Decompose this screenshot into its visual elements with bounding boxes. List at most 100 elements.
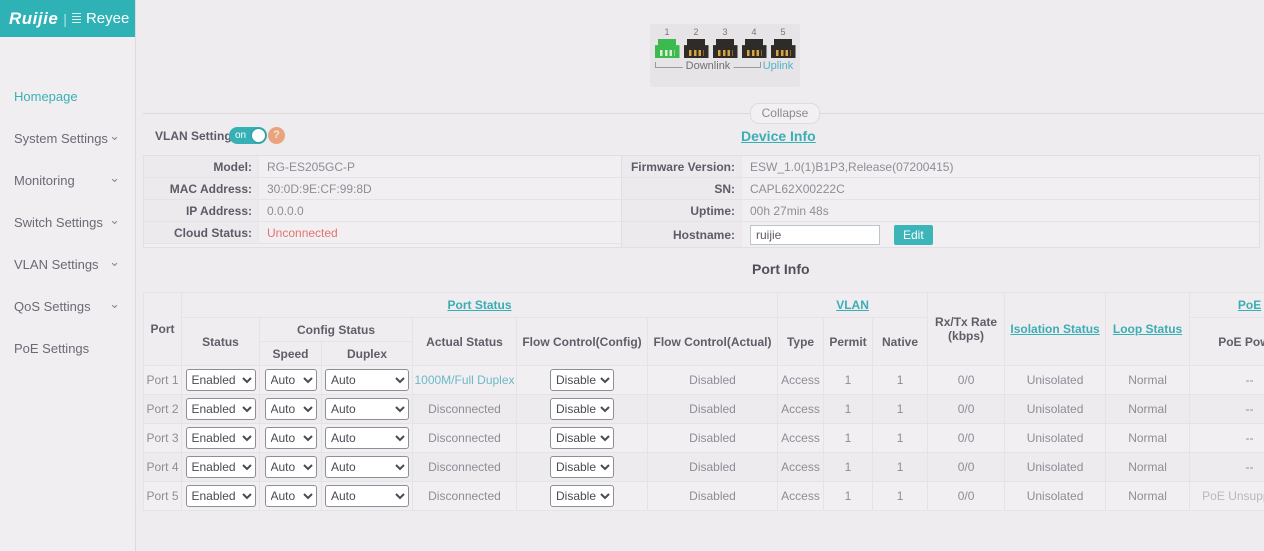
poe-link[interactable]: PoE [1238,298,1261,312]
duplex-select[interactable]: Auto [325,398,409,420]
native-cell: 1 [873,453,928,482]
port-status-link[interactable]: Port Status [448,298,512,312]
port-indicator[interactable]: 3 [712,27,739,58]
hostname-input[interactable] [750,225,880,245]
header-loop: Loop Status [1106,293,1190,366]
port-number: 2 [683,27,710,38]
port-indicator[interactable]: 4 [741,27,768,58]
type-cell: Access [778,482,824,511]
header-actual-status: Actual Status [413,318,517,366]
field-value: RG-ES205GC-P [259,156,355,177]
port-table-body: Port 1 Enabled Auto Auto 1000M/Full Dupl… [144,366,1264,511]
device-info-row: MAC Address: 30:0D:9E:CF:99:8D [144,178,621,200]
speed-select[interactable]: Auto [265,398,317,420]
status-select[interactable]: Enabled [186,398,256,420]
port-indicator[interactable]: 2 [683,27,710,58]
sidebar-item[interactable]: VLAN Settings ⌄ [0,243,135,285]
header-native: Native [873,318,928,366]
field-value: 0.0.0.0 [259,200,304,221]
rj45-pins [776,50,791,56]
status-select[interactable]: Enabled [186,427,256,449]
isolation-status-link[interactable]: Isolation Status [1010,322,1099,336]
table-row: Port 2 Enabled Auto Auto Disconnected Di… [144,395,1264,424]
flow-control-config-select[interactable]: Disabled [550,456,614,478]
actual-status-cell: 1000M/Full Duplex [413,366,517,395]
header-config-status: Config Status [260,318,413,342]
chevron-down-icon: ⌄ [109,170,120,186]
table-row: Port 4 Enabled Auto Auto Disconnected Di… [144,453,1264,482]
chevron-down-icon: ⌄ [109,296,120,312]
field-label: MAC Address: [144,178,259,199]
status-select[interactable]: Enabled [186,456,256,478]
rj45-pins [718,50,733,56]
flow-control-actual-cell: Disabled [648,482,778,511]
speed-select[interactable]: Auto [265,485,317,507]
field-value: 30:0D:9E:CF:99:8D [259,178,372,199]
field-value: 00h 27min 48s [742,200,829,221]
rj45-pins [660,50,675,56]
field-label: Cloud Status: [144,222,259,243]
header-port-status: Port Status [182,293,778,318]
port-info-title: Port Info [752,261,810,277]
port-indicator[interactable]: 5 [770,27,797,58]
flow-control-actual-cell: Disabled [648,366,778,395]
isolation-cell: Unisolated [1005,366,1106,395]
loop-cell: Normal [1106,366,1190,395]
hostname-field-wrap: Edit [742,222,933,247]
poe-power-cell: PoE Unsupported [1190,482,1264,511]
sidebar-item[interactable]: Switch Settings ⌄ [0,201,135,243]
native-cell: 1 [873,424,928,453]
port-indicator[interactable]: 1 [654,27,681,58]
sidebar-item[interactable]: Monitoring ⌄ [0,159,135,201]
speed-select[interactable]: Auto [265,427,317,449]
flow-control-config-select[interactable]: Disabled [550,398,614,420]
port-info-table: Port Port Status VLAN Rx/Tx Rate (kbps) … [143,292,1264,511]
vlan-link[interactable]: VLAN [836,298,869,312]
sidebar-item-label: PoE Settings [14,341,89,356]
edit-hostname-button[interactable]: Edit [894,225,933,245]
device-info-title[interactable]: Device Info [741,128,816,144]
hostname-label: Hostname: [622,222,742,247]
header-vlan: VLAN [778,293,928,318]
poe-power-cell: -- [1190,453,1264,482]
loop-status-link[interactable]: Loop Status [1113,322,1182,336]
duplex-select[interactable]: Auto [325,369,409,391]
device-info-left-column: Model: RG-ES205GC-P MAC Address: 30:0D:9… [144,156,622,247]
port-number: 4 [741,27,768,38]
port-cell: Port 2 [144,395,182,424]
reyee-logo-text: Reyee [86,10,129,27]
vlan-settings-toggle[interactable]: on [229,127,267,144]
sidebar-item[interactable]: PoE Settings [0,327,135,369]
native-cell: 1 [873,395,928,424]
port-diagram-ports: 1 2 3 4 5 [650,27,800,58]
status-select[interactable]: Enabled [186,485,256,507]
rj45-pins [747,50,762,56]
sidebar-item[interactable]: Homepage [0,75,135,117]
loop-cell: Normal [1106,482,1190,511]
field-value: ESW_1.0(1)B1P3,Release(07200415) [742,156,953,177]
sidebar-item-label: QoS Settings [14,299,91,314]
speed-select[interactable]: Auto [265,456,317,478]
native-cell: 1 [873,366,928,395]
sidebar-item-label: System Settings [14,131,108,146]
help-icon[interactable]: ? [268,127,285,144]
duplex-select[interactable]: Auto [325,456,409,478]
toggle-knob [252,129,265,142]
collapse-button[interactable]: Collapse [750,103,820,124]
sidebar: Ruijie | Reyee Homepage System Settings … [0,0,136,551]
rj45-port-icon [655,39,680,58]
flow-control-config-select[interactable]: Disabled [550,427,614,449]
rj45-pins [689,50,704,56]
header-poe-power: PoE Power [1190,318,1264,366]
status-select[interactable]: Enabled [186,369,256,391]
rate-cell: 0/0 [928,482,1005,511]
sidebar-item-label: Switch Settings [14,215,103,230]
speed-select[interactable]: Auto [265,369,317,391]
sidebar-item[interactable]: QoS Settings ⌄ [0,285,135,327]
flow-control-config-select[interactable]: Disabled [550,369,614,391]
duplex-select[interactable]: Auto [325,427,409,449]
sidebar-item[interactable]: System Settings ⌄ [0,117,135,159]
type-cell: Access [778,366,824,395]
duplex-select[interactable]: Auto [325,485,409,507]
flow-control-config-select[interactable]: Disabled [550,485,614,507]
